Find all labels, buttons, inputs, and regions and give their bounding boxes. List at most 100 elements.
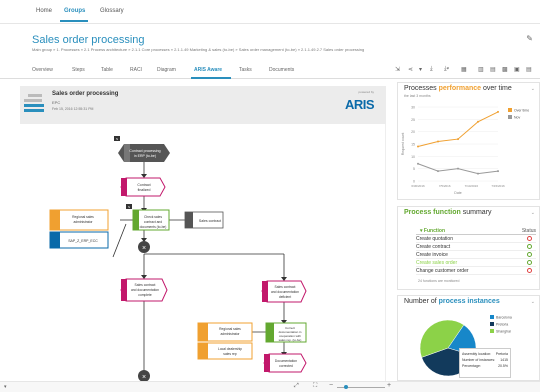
data-point [437,140,439,143]
svg-text:Sales contract: Sales contract [135,283,156,287]
svg-text:Contract: Contract [137,183,150,187]
instances-panel: Number of process instances ⌄ Barcelona P… [397,295,540,381]
svg-text:S: S [128,205,130,209]
tab-raci[interactable]: RACI [130,67,142,73]
sheet-header: Sales order processing EPC Feb 15, 2016 … [20,86,386,124]
svg-text:finalized: finalized [138,188,151,192]
legend-swatch [490,329,494,333]
active-nav-indicator [60,20,88,22]
svg-text:sales rep. (to-be): sales rep. (to-be) [279,338,302,342]
performance-line-chart: 0 5 10 15 20 25 30 Request count 6/30/2016 7/5/20… [401,106,529,196]
zoom-out-button[interactable]: − [329,382,333,389]
pin-icon[interactable]: ▾ [419,66,422,73]
svg-text:and documentation: and documentation [271,290,299,294]
tab-bar: Overview Steps Table RACI Diagram ARIS A… [0,60,540,79]
zoom-in-button[interactable]: + [387,382,391,389]
svg-text:documents (to-be): documents (to-be) [140,225,167,229]
legend-label: Over time [514,109,529,113]
dashboard-icon[interactable]: ▦ [461,66,467,73]
data-point [417,145,419,148]
table-row[interactable]: Change customer order [416,267,536,275]
x-tick-label: 7/10/2016 [465,184,479,188]
svg-text:Regional sales: Regional sales [219,327,241,331]
y-tick-label: 15 [411,143,415,147]
table-icon[interactable]: ▣ [514,66,520,73]
active-tab-indicator [191,77,231,79]
nav-glossary[interactable]: Glossary [100,8,124,14]
function-name: Create invoice [416,252,448,258]
svg-text:Sales contract: Sales contract [275,285,296,289]
performance-panel: Processes performance over time the last… [397,82,540,200]
svg-text:and documentation: and documentation [131,288,159,292]
svg-text:Check sales: Check sales [144,215,162,219]
performance-subtitle: the last 3 months [404,94,431,98]
tab-steps[interactable]: Steps [72,67,85,73]
fit-icon[interactable]: ⤢ [294,383,299,390]
chart-icon[interactable]: ▩ [502,66,508,73]
tab-documents[interactable]: Documents [269,67,294,73]
tab-diagram[interactable]: Diagram [157,67,176,73]
collapse-icon[interactable]: ⇲ [395,66,400,73]
legend-swatch [508,108,512,112]
edit-icon[interactable]: ✎ [526,34,533,43]
table-row[interactable]: Create quotation [416,235,536,243]
table-header: ▾ Function Status [416,227,536,235]
share-icon[interactable]: ⋖ [408,66,413,73]
svg-text:×: × [142,245,146,252]
chevron-down-icon[interactable]: ⌄ [531,210,535,216]
table-row[interactable]: Create contract [416,243,536,251]
data-point [497,170,499,173]
zoom-handle[interactable] [344,385,348,389]
function-name: Change customer order [416,268,469,274]
svg-text:Local dealership: Local dealership [218,347,242,351]
function-name: Create sales order [416,260,458,266]
tab-overview[interactable]: Overview [32,67,53,73]
sheet-subtitle: EPC [52,100,61,105]
data-point [497,110,499,113]
chevron-down-icon[interactable]: ⌄ [531,86,535,92]
more-icon[interactable]: ▤ [526,66,532,73]
nav-groups[interactable]: Groups [64,8,85,14]
function-name: Create contract [416,244,451,250]
y-tick-label: 0 [413,180,415,184]
svg-text:sales rep: sales rep [223,352,237,356]
table-row[interactable]: Create invoice [416,251,536,259]
svg-text:administrator: administrator [220,332,240,336]
pie-tooltip: Assembly location: Pretoria Number of in… [459,348,511,378]
instances-title: Number of process instances [404,298,500,305]
tab-tasks[interactable]: Tasks [239,67,252,73]
download-icon[interactable]: ⤓ [430,66,433,73]
data-point [477,172,479,175]
svg-text:contract and: contract and [144,220,162,224]
event-node-5[interactable] [263,353,307,373]
page-title: Sales order processing [32,34,145,46]
function-summary-title: Process function summary [404,209,492,216]
chart-bar-icon[interactable]: ▥ [478,66,484,73]
x-tick-label: 7/15/2016 [491,184,505,188]
sheet-date: Feb 15, 2016 12:55:31 PM [52,107,94,111]
fullscreen-icon[interactable]: ⛶ [313,383,317,390]
event-node-2[interactable] [120,177,166,197]
table-row[interactable]: Create sales order [416,259,536,267]
aris-logo: ARIS [344,97,375,112]
collapse-arrow-icon[interactable]: ▾ [4,384,7,390]
bottom-toolbar: ▾ ⤢ ⛶ − + [0,381,540,392]
tab-table[interactable]: Table [101,67,113,73]
legend-label: Shanghai [496,330,511,334]
export-icon[interactable]: ⤓▾ [444,66,449,73]
chevron-down-icon[interactable]: ⌄ [531,299,535,305]
legend-swatch [508,115,512,119]
event1-label: Contract processing [129,149,160,153]
x-tick-label: 6/30/2016 [411,184,425,188]
chart-line-icon[interactable]: ▤ [490,66,496,73]
breadcrumb[interactable]: Main group » 1. Processes » 2.1 Process … [32,47,364,52]
svg-text:S: S [116,137,118,141]
epc-diagram[interactable]: Contract processing in ERP (to-be) S Con… [20,124,386,381]
svg-text:Documentation: Documentation [275,359,297,363]
nav-home[interactable]: Home [36,8,52,14]
powered-by: powered by [358,90,374,94]
function-summary-panel: Process function summary ⌄ ▾ Function St… [397,206,540,290]
series-line [417,111,499,147]
tab-aris-aware[interactable]: ARIS Aware [194,67,222,73]
process-diagram-area: Sales order processing EPC Feb 15, 2016 … [20,86,386,381]
